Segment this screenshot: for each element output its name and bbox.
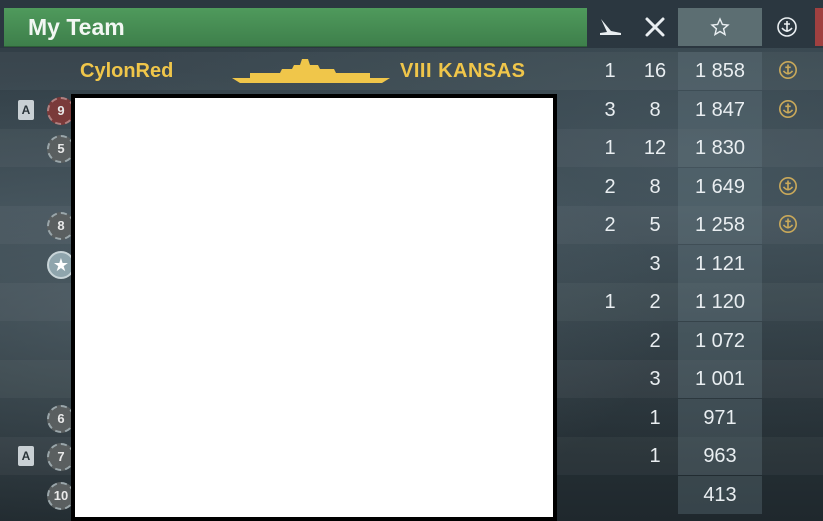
xp-value: 1 258 bbox=[694, 214, 746, 236]
ships-destroyed-value: 1 bbox=[649, 445, 661, 467]
ships-destroyed-column-header[interactable] bbox=[634, 8, 676, 46]
anchor-column-header[interactable] bbox=[764, 8, 810, 46]
planes-destroyed-value: 1 bbox=[604, 291, 616, 313]
planes-destroyed-value: 1 bbox=[604, 137, 616, 159]
xp-value: 413 bbox=[703, 483, 737, 506]
xp-value: 1 649 bbox=[694, 175, 746, 198]
anchor-emblem-icon bbox=[778, 60, 798, 80]
player-name[interactable]: CylonRed bbox=[80, 60, 173, 83]
xp-value: 1 120 bbox=[694, 291, 746, 313]
team-header-bar: My Team bbox=[0, 0, 823, 48]
xp-value: 963 bbox=[703, 445, 737, 467]
xp-value: 1 858 bbox=[694, 60, 746, 82]
planes-destroyed-column-header[interactable] bbox=[590, 8, 630, 46]
team-title: My Team bbox=[28, 14, 125, 40]
planes-destroyed-value: 3 bbox=[604, 98, 616, 121]
redaction-box bbox=[71, 94, 557, 521]
division-badge: A bbox=[18, 446, 34, 466]
ship-silhouette-icon bbox=[230, 56, 392, 86]
anchor-emblem-icon bbox=[778, 214, 798, 234]
enemy-header-edge bbox=[815, 8, 823, 46]
anchor-emblem-icon bbox=[778, 99, 798, 119]
xp-column-header[interactable] bbox=[678, 8, 762, 46]
planes-destroyed-value: 1 bbox=[604, 60, 616, 82]
xp-value: 1 847 bbox=[694, 98, 746, 121]
ships-destroyed-value: 2 bbox=[649, 291, 661, 313]
anchor-emblem-icon bbox=[778, 176, 798, 196]
anchor-emblem-icon bbox=[777, 17, 797, 37]
ships-destroyed-value: 16 bbox=[643, 60, 667, 82]
ships-destroyed-value: 1 bbox=[649, 406, 661, 429]
ships-destroyed-value: 2 bbox=[649, 329, 661, 352]
division-badge: A bbox=[18, 99, 34, 120]
ships-destroyed-value: 3 bbox=[649, 368, 661, 390]
xp-value: 1 001 bbox=[694, 368, 746, 390]
star-icon bbox=[710, 17, 730, 36]
planes-destroyed-value: 2 bbox=[604, 214, 616, 236]
xp-value: 971 bbox=[703, 406, 737, 429]
xp-value: 1 121 bbox=[694, 252, 746, 275]
ships-destroyed-value: 8 bbox=[649, 98, 661, 121]
ships-destroyed-value: 3 bbox=[649, 252, 661, 275]
xp-value: 1 830 bbox=[694, 137, 746, 159]
ships-destroyed-value: 5 bbox=[649, 214, 661, 236]
planes-destroyed-icon bbox=[600, 19, 621, 35]
xp-value: 1 072 bbox=[694, 329, 746, 352]
planes-destroyed-value: 2 bbox=[604, 175, 616, 198]
ships-destroyed-value: 8 bbox=[649, 175, 661, 198]
player-row[interactable]: CylonRed VIII KANSAS 1 16 1 858 bbox=[0, 52, 823, 90]
ships-destroyed-icon bbox=[645, 17, 665, 37]
team-title-bar: My Team bbox=[4, 8, 587, 47]
ships-destroyed-value: 12 bbox=[643, 137, 667, 159]
ship-name: VIII KANSAS bbox=[400, 60, 526, 82]
